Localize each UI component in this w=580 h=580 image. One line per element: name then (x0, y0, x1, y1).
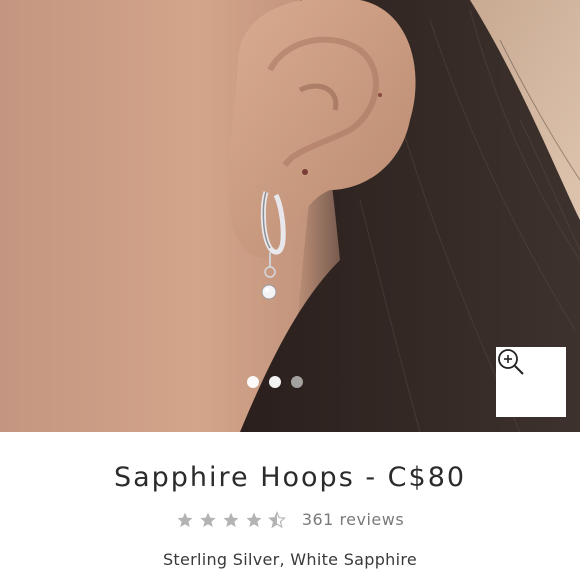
product-title: Sapphire Hoops - C$80 (113, 462, 467, 493)
carousel-dot[interactable] (247, 376, 259, 388)
star-rating[interactable] (176, 510, 286, 529)
product-info: Sapphire Hoops - C$80 361 reviews Sterli… (0, 432, 580, 580)
carousel-dot[interactable] (291, 376, 303, 388)
zoom-in-icon (498, 349, 524, 375)
star-icon (246, 512, 262, 527)
product-image[interactable] (0, 0, 580, 432)
product-photo (0, 0, 580, 432)
zoom-button[interactable] (496, 347, 566, 417)
star-icon (200, 512, 216, 527)
star-icon (223, 512, 239, 527)
carousel-dot[interactable] (269, 376, 281, 388)
reviews-link[interactable]: 361 reviews (302, 510, 404, 529)
half-star-icon (267, 510, 286, 528)
rating-row: 361 reviews (0, 510, 580, 529)
carousel-dots (0, 376, 580, 388)
product-subtitle: Sterling Silver, White Sapphire (162, 550, 418, 569)
star-icon (177, 512, 193, 527)
